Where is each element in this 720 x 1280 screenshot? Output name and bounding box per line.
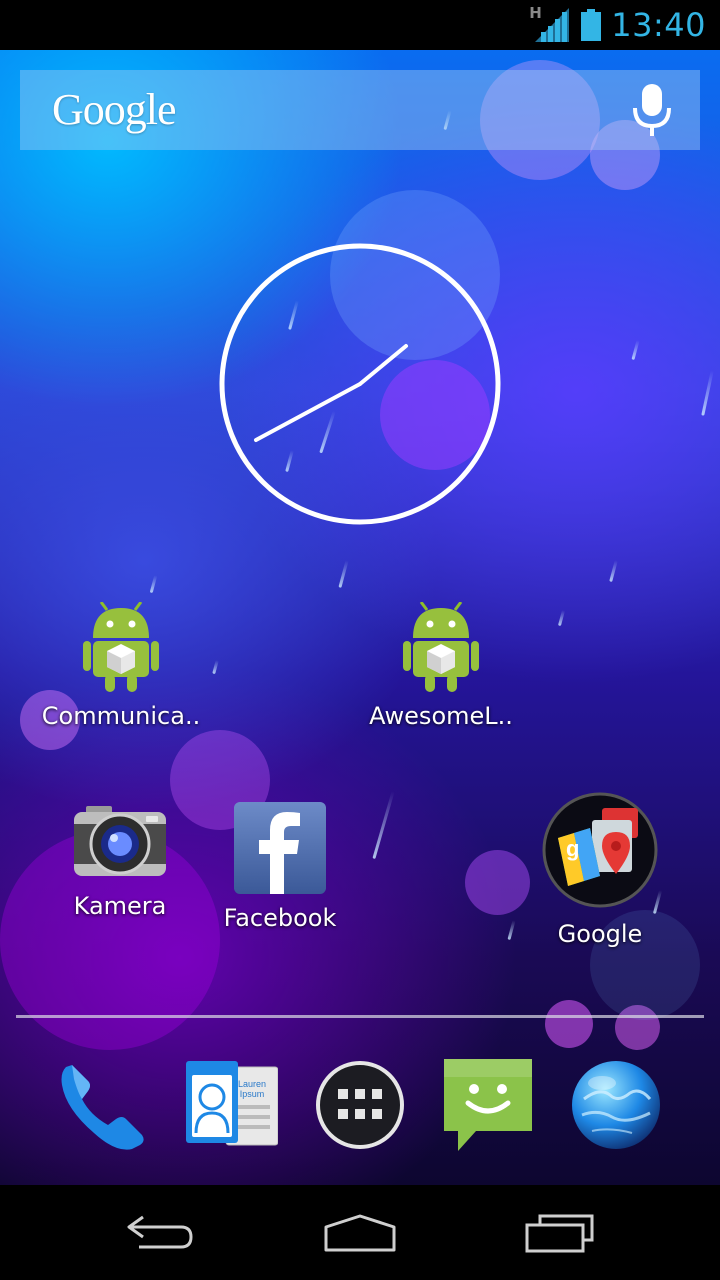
signal-icon: H bbox=[529, 4, 571, 42]
battery-icon bbox=[581, 9, 602, 41]
shortcut-label: Kamera bbox=[73, 892, 167, 920]
wallpaper[interactable]: Google Communica.. AwesomeL.. Kamera Fac… bbox=[0, 50, 720, 1185]
back-button[interactable] bbox=[110, 1207, 210, 1259]
dock-browser[interactable] bbox=[566, 1055, 666, 1155]
wallpaper-streak bbox=[631, 339, 640, 361]
dock-divider bbox=[16, 1015, 704, 1018]
shortcut-label: AwesomeL.. bbox=[369, 702, 513, 730]
app-drawer-icon bbox=[316, 1061, 404, 1149]
svg-text:g: g bbox=[566, 836, 579, 861]
shortcut-facebook[interactable]: Facebook bbox=[195, 802, 365, 932]
google-folder-icon: g bbox=[542, 792, 658, 908]
recent-apps-icon bbox=[525, 1214, 594, 1253]
android-app-icon bbox=[83, 602, 159, 692]
dock-app-drawer[interactable] bbox=[310, 1055, 410, 1155]
folder-google[interactable]: g Google bbox=[515, 790, 685, 948]
dock-phone[interactable] bbox=[52, 1055, 152, 1155]
status-bar: H 13:40 bbox=[0, 0, 720, 50]
wallpaper-streak bbox=[701, 370, 714, 416]
back-icon bbox=[127, 1215, 193, 1249]
browser-icon bbox=[572, 1061, 660, 1149]
status-icons: H 13:40 bbox=[529, 0, 706, 50]
camera-icon bbox=[74, 806, 166, 876]
shortcut-label: Facebook bbox=[223, 904, 337, 932]
shortcut-communica[interactable]: Communica.. bbox=[36, 602, 206, 730]
clock-hour-hand bbox=[358, 344, 408, 386]
shortcut-awesomel[interactable]: AwesomeL.. bbox=[356, 602, 526, 730]
android-app-icon bbox=[403, 602, 479, 692]
recent-apps-button[interactable] bbox=[510, 1207, 610, 1259]
wallpaper-streak bbox=[149, 574, 158, 594]
google-logo: Google bbox=[52, 85, 177, 134]
home-screen: H 13:40 Google Communica.. AwesomeL.. Ka… bbox=[0, 0, 720, 1280]
contacts-icon: Lauren Ipsum bbox=[186, 1061, 278, 1146]
wallpaper-streak bbox=[609, 559, 618, 583]
wallpaper-streak bbox=[557, 609, 566, 627]
phone-icon bbox=[61, 1065, 144, 1150]
analog-clock-widget[interactable] bbox=[212, 236, 508, 532]
facebook-icon bbox=[234, 802, 326, 894]
microphone-icon[interactable] bbox=[630, 84, 674, 138]
shortcut-label: Communica.. bbox=[41, 702, 201, 730]
navigation-bar bbox=[0, 1185, 720, 1280]
wallpaper-streak bbox=[338, 560, 349, 588]
shortcut-kamera[interactable]: Kamera bbox=[35, 802, 205, 920]
home-icon bbox=[324, 1214, 396, 1252]
wallpaper-bokeh bbox=[545, 1000, 593, 1048]
wallpaper-streak bbox=[372, 790, 395, 860]
svg-text:Ipsum: Ipsum bbox=[240, 1089, 265, 1099]
messaging-icon bbox=[444, 1059, 532, 1151]
dock-contacts[interactable]: Lauren Ipsum bbox=[182, 1055, 282, 1155]
clock-minute-hand bbox=[254, 382, 362, 442]
google-search-bar[interactable]: Google bbox=[20, 70, 700, 150]
contacts-card-text: Lauren bbox=[238, 1079, 266, 1089]
wallpaper-streak bbox=[212, 659, 219, 675]
home-button[interactable] bbox=[310, 1207, 410, 1259]
dock-messaging[interactable] bbox=[438, 1055, 538, 1155]
shortcut-label: Google bbox=[557, 920, 643, 948]
status-time: 13:40 bbox=[611, 6, 706, 44]
network-type-icon: H bbox=[529, 4, 542, 22]
